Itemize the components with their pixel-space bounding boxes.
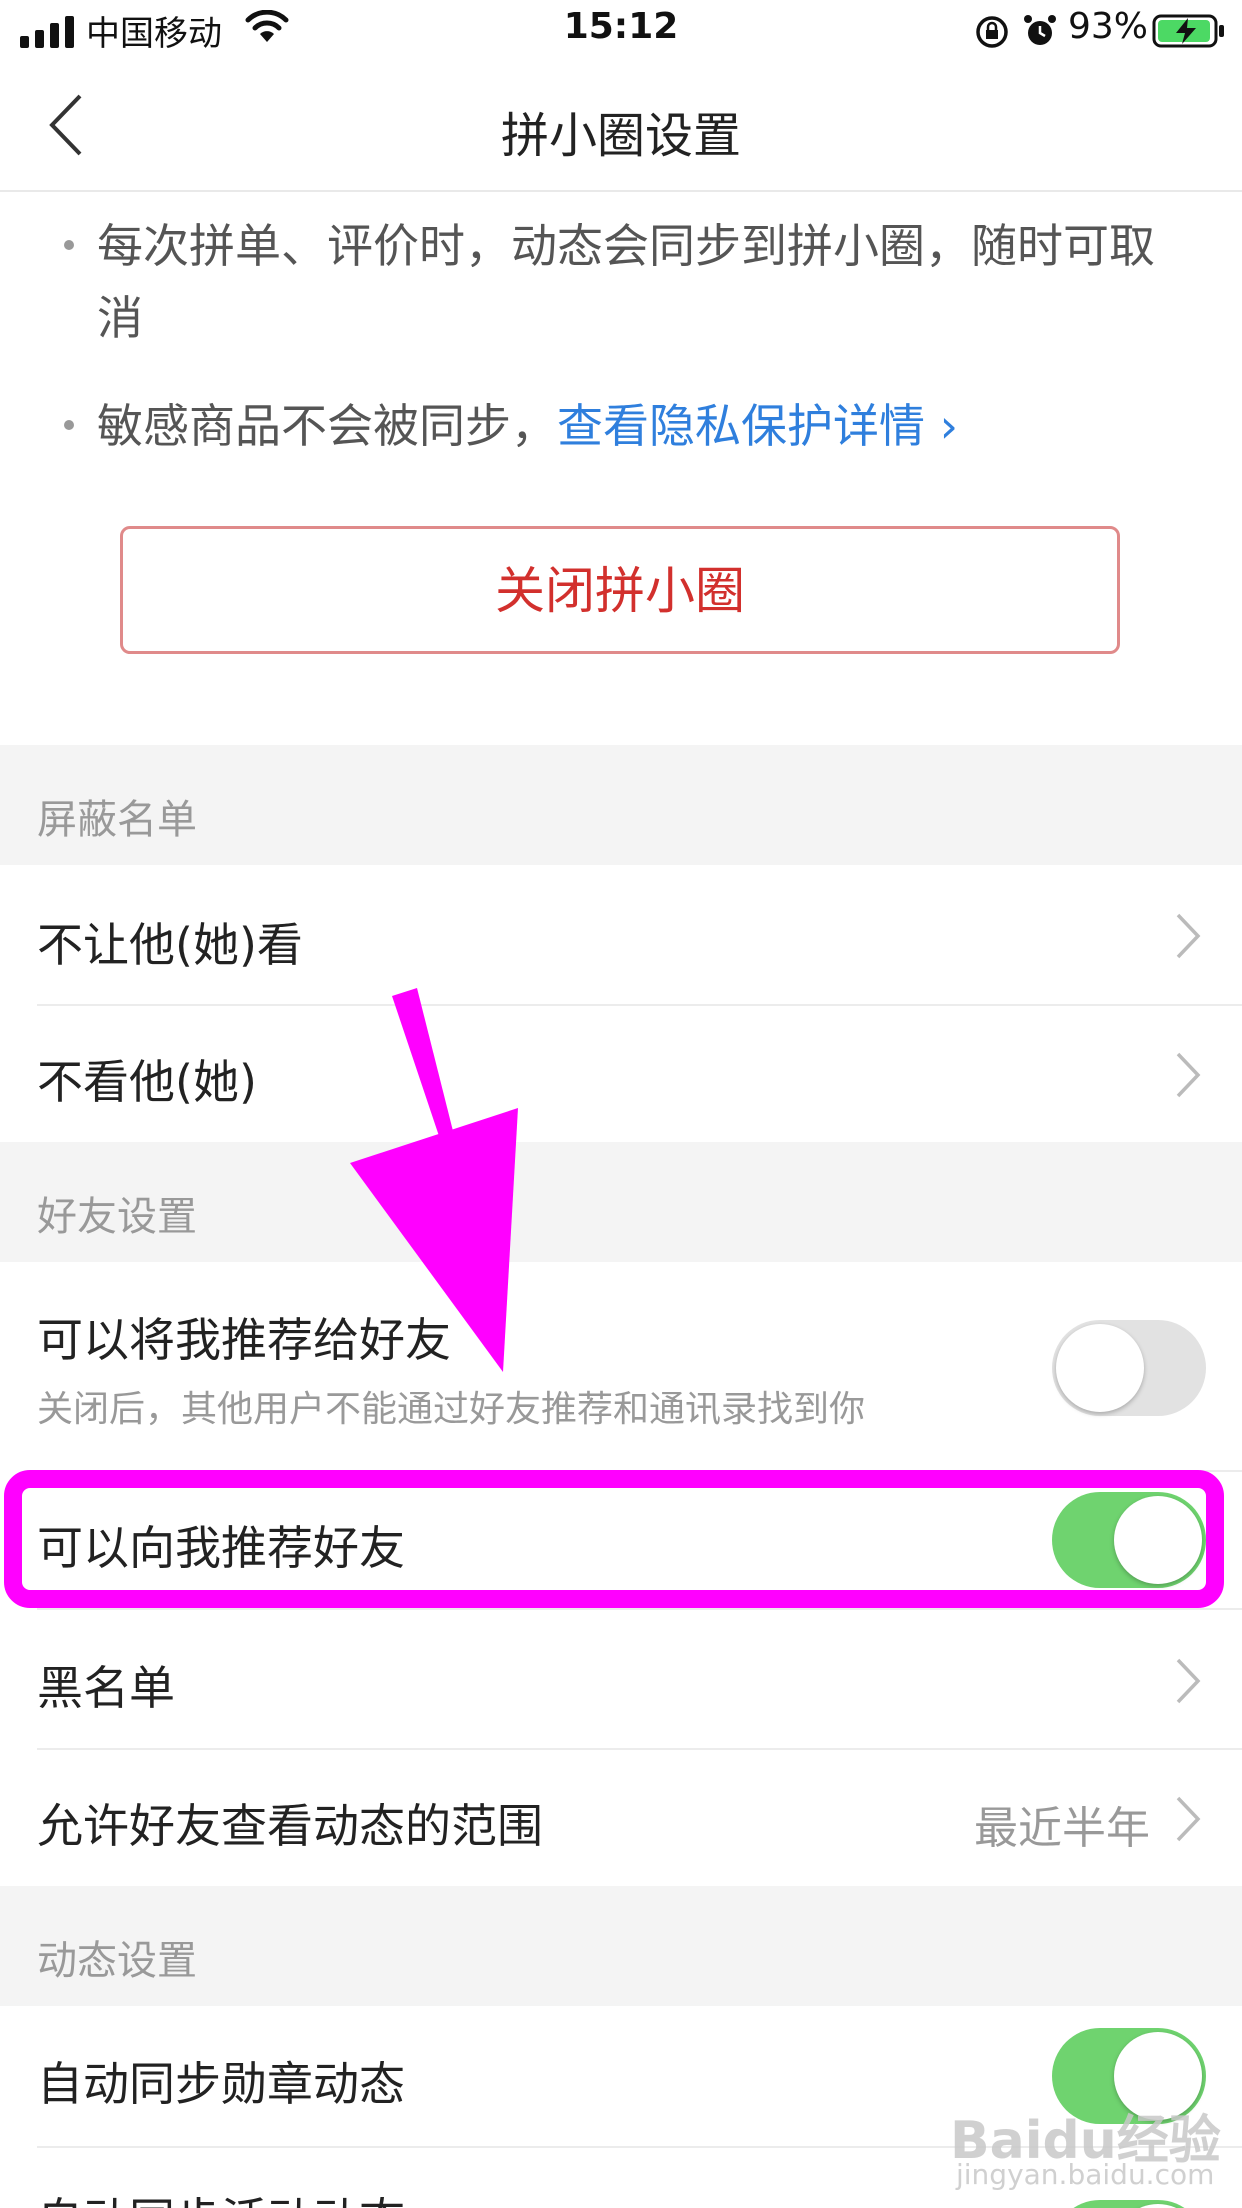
watermark-url: jingyan.baidu.com bbox=[956, 2158, 1215, 2191]
annotation-arrow-icon bbox=[350, 988, 518, 1372]
